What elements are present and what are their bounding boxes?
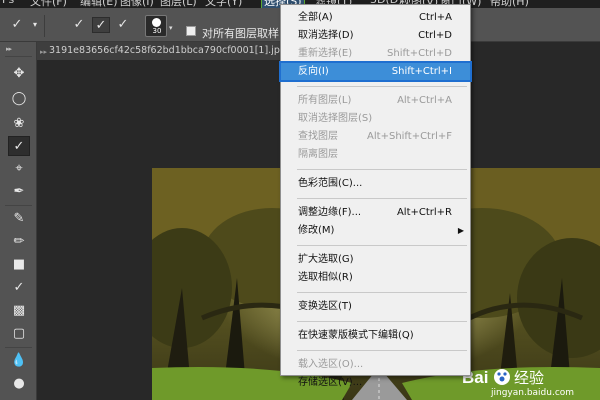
quick-selection-tool-icon[interactable]: ✓ (8, 136, 30, 156)
menu-separator (297, 198, 467, 199)
menu-item[interactable]: 图像(I) (120, 0, 154, 8)
menu-item-label: 取消选择图层(S) (298, 113, 373, 124)
menu-item-label: 扩大选取(G) (298, 254, 354, 265)
select-menu-item[interactable]: 变换选区(T) (281, 298, 470, 315)
menu-item-label: 存储选区(V)... (298, 377, 363, 388)
svg-text:经验: 经验 (514, 369, 544, 387)
select-menu-item: 隔离图层 (281, 146, 470, 163)
select-menu-dropdown: 全部(A) Ctrl+A 取消选择(D) Ctrl+D 重新选择(E) Shift+Ctr… (279, 4, 472, 388)
menu-item-label: 载入选区(O)... (298, 359, 364, 370)
move-tool-icon[interactable]: ✥ (8, 64, 30, 84)
menu-item-label: 全部(A) (298, 12, 333, 23)
sample-all-layers-label: 对所有图层取样 (202, 27, 279, 40)
select-menu-item[interactable]: 全部(A) Ctrl+A (281, 9, 470, 26)
menu-app-logo[interactable]: Ps (2, 0, 14, 6)
select-menu-item[interactable]: 存储选区(V)... (281, 374, 470, 391)
history-brush-tool-icon[interactable]: ✓ (8, 278, 30, 298)
quick-selection-tool-icon[interactable]: ✓ (8, 17, 26, 33)
new-selection-icon[interactable]: ✓ (70, 17, 88, 33)
dodge-tool-icon[interactable]: ● (8, 374, 30, 394)
menu-separator (297, 245, 467, 246)
menu-separator (297, 86, 467, 87)
menu-separator (297, 292, 467, 293)
menu-item[interactable]: 图层(L) (160, 0, 197, 8)
menu-item-shortcut: Alt+Ctrl+R (396, 207, 452, 218)
menu-item-label: 所有图层(L) (298, 95, 352, 106)
select-menu-item: 查找图层 Alt+Shift+Ctrl+F (281, 128, 470, 145)
panel-collapse-icon[interactable]: ▸▸ (6, 45, 12, 53)
brush-size-value: 30 (152, 27, 162, 35)
menu-item-label: 在快速蒙版模式下编辑(Q) (298, 330, 414, 341)
divider (5, 205, 32, 206)
marquee-tool-icon[interactable]: ◯ (8, 89, 30, 109)
select-menu-item[interactable]: 色彩范围(C)... (281, 175, 470, 192)
menu-item-shortcut: Shift+Ctrl+D (387, 48, 452, 59)
menu-item[interactable]: 编辑(E) (80, 0, 118, 8)
lasso-tool-icon[interactable]: ❀ (8, 114, 30, 134)
divider (5, 347, 32, 348)
menu-separator (297, 321, 467, 322)
menu-item-shortcut: Alt+Ctrl+A (397, 95, 452, 106)
brush-tool-icon[interactable]: ✏ (8, 232, 30, 252)
menu-item-label: 隔离图层 (298, 149, 338, 160)
menu-item[interactable]: 文件(F) (30, 0, 67, 8)
menu-separator (297, 169, 467, 170)
clone-stamp-tool-icon[interactable]: ■ (8, 255, 30, 275)
panel-collapse-icon[interactable]: ▸▸ (40, 43, 47, 60)
menu-item-shortcut: Shift+Ctrl+I (391, 66, 452, 77)
menu-item-label: 重新选择(E) (298, 48, 353, 59)
menu-item-shortcut: Ctrl+A (418, 12, 452, 23)
select-menu-item: 取消选择图层(S) (281, 110, 470, 127)
select-menu-item[interactable]: 取消选择(D) Ctrl+D (281, 27, 470, 44)
sample-all-layers-checkbox[interactable] (186, 26, 196, 36)
select-menu-item: 所有图层(L) Alt+Ctrl+A (281, 92, 470, 109)
crop-tool-icon[interactable]: ⌖ (8, 159, 30, 179)
gradient-tool-icon[interactable]: ▢ (8, 324, 30, 344)
menu-item-shortcut: Ctrl+D (418, 30, 452, 41)
watermark-url: jingyan.baidu.com (491, 388, 575, 398)
select-menu-item: 重新选择(E) Shift+Ctrl+D (281, 45, 470, 62)
menu-item[interactable]: 帮助(H) (490, 0, 529, 8)
menu-item-label: 修改(M) (298, 225, 335, 236)
select-menu-item[interactable]: 选取相似(R) (281, 269, 470, 286)
tools-panel: ▸▸ ✥ ◯ ❀ ✓ ⌖ ✒ ✎ ✏ ■ ✓ ▩ ▢ 💧 ● (0, 42, 37, 400)
menu-separator (297, 350, 467, 351)
select-menu-item[interactable]: 调整边缘(F)... Alt+Ctrl+R (281, 204, 470, 221)
menu-item-label: 色彩范围(C)... (298, 178, 363, 189)
menu-item-label: 取消选择(D) (298, 30, 354, 41)
brush-tip-icon (152, 18, 161, 27)
menu-item-label: 查找图层 (298, 131, 338, 142)
subtract-from-selection-icon[interactable]: ✓ (114, 17, 132, 33)
select-menu-item[interactable]: 修改(M) ▶ (281, 222, 470, 239)
tool-preset-caret-icon[interactable]: ▾ (26, 17, 44, 33)
healing-brush-tool-icon[interactable]: ✎ (8, 209, 30, 229)
baidu-jingyan-logo: Bai 经验 (462, 366, 572, 388)
brush-size-picker[interactable]: 30 (145, 15, 167, 37)
divider (5, 56, 32, 57)
brush-picker-caret-icon[interactable]: ▾ (169, 24, 173, 32)
menu-item-label: 变换选区(T) (298, 301, 352, 312)
select-menu-item[interactable]: 在快速蒙版模式下编辑(Q) (281, 327, 470, 344)
eraser-tool-icon[interactable]: ▩ (8, 301, 30, 321)
menu-item-label: 反向(I) (298, 66, 329, 77)
menu-item[interactable]: 文字(Y) (205, 0, 242, 8)
select-menu-item[interactable]: 扩大选取(G) (281, 251, 470, 268)
document-tab-title: 3191e83656cf42c58f62bd1bbca790cf0001[1].… (49, 45, 286, 56)
menu-item-label: 选取相似(R) (298, 272, 353, 283)
add-to-selection-icon[interactable]: ✓ (92, 17, 110, 33)
menu-item-shortcut: Alt+Shift+Ctrl+F (367, 131, 452, 142)
document-tab[interactable]: ▸▸ 3191e83656cf42c58f62bd1bbca790cf0001[… (37, 42, 287, 60)
select-menu-item[interactable]: 反向(I) Shift+Ctrl+I (279, 61, 472, 82)
submenu-arrow-icon: ▶ (457, 226, 464, 235)
select-menu-item: 载入选区(O)... (281, 356, 470, 373)
eyedropper-tool-icon[interactable]: ✒ (8, 182, 30, 202)
menu-item-label: 调整边缘(F)... (298, 207, 362, 218)
blur-tool-icon[interactable]: 💧 (8, 351, 30, 371)
divider (44, 15, 45, 37)
